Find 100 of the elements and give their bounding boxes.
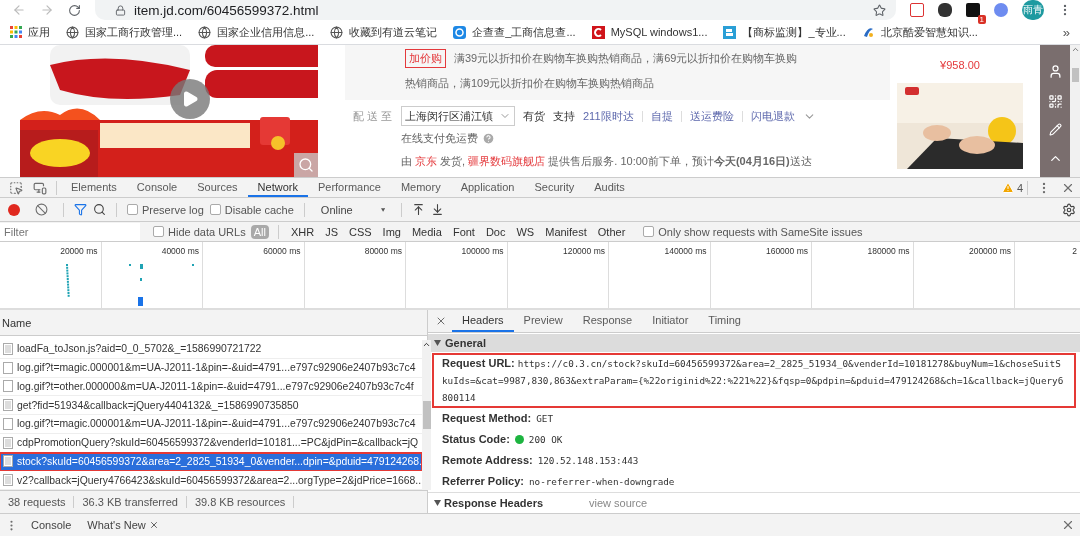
service-link[interactable]: 闪电退款	[750, 108, 795, 124]
apps-icon	[10, 26, 22, 38]
detail-tab[interactable]: Response	[572, 310, 643, 333]
request-row[interactable]: stock?skuId=60456599372&area=2_2825_51934_0&vender...dpin=&pduid=479124268.	[0, 452, 423, 472]
tick-label: 180000 ms	[867, 246, 910, 257]
tick-label: 2	[1072, 246, 1077, 257]
checkbox[interactable]: Disable cache	[209, 203, 294, 216]
inspect-icon[interactable]	[9, 180, 23, 195]
view-source-link[interactable]: view source	[589, 497, 648, 510]
import-icon[interactable]	[411, 203, 425, 216]
header-label: Status Code:	[442, 432, 510, 448]
summary-text: 36.3 KB transferred	[74, 496, 187, 508]
column-header[interactable]: Name	[2, 316, 32, 329]
delivery-note: 由 京东 发货, 疆界数码旗舰店 提供售后服务. 10:00前下单，预计今天(04月16日)送达	[400, 154, 813, 169]
close-icon	[148, 520, 159, 530]
close-icon[interactable]	[1061, 518, 1075, 532]
extension-icon[interactable]	[938, 3, 952, 17]
type-filter[interactable]: Doc	[482, 224, 509, 239]
request-row[interactable]: v2?callback=jQuery4766423&skuId=60456599372&area=2...orgType=2&jdPrice=1668..	[0, 471, 423, 490]
type-filter[interactable]: WS	[513, 224, 538, 239]
filter-field[interactable]: Filter	[0, 222, 140, 241]
service-link[interactable]: 送运费险	[689, 108, 734, 124]
service-link[interactable]: 211限时达	[583, 108, 634, 124]
header-field: Request URL: https://c0.3.cn/stock?skuId=60456599372&area=2_2825_51934_0&venderId=10181278&buyNum=1&choseSuitSkuIds=&cat=9987,830,863&extraParam={%22originid%22:%221%22}&fqsp=0&pdpin=&pduid=479124268&ch=1&callback=jQuery6800114	[442, 355, 1066, 407]
bookmark[interactable]: 收藏到有道云笔记	[330, 24, 438, 40]
bookmark[interactable]: 【商标监测】_专业...	[723, 24, 846, 40]
globe-icon	[330, 25, 344, 39]
header-label: Referrer Policy:	[442, 474, 524, 490]
section-header[interactable]: General	[428, 334, 1080, 353]
devtools-tab[interactable]: Security	[524, 178, 585, 197]
bookmark[interactable]: 国家工商行政管理...	[66, 24, 183, 40]
logo-icon	[861, 25, 875, 39]
devtools-tab[interactable]: Application	[450, 178, 525, 197]
export-icon[interactable]	[430, 203, 444, 216]
scrollbar-thumb[interactable]	[422, 401, 431, 429]
warnings-badge[interactable]: 4	[1001, 178, 1023, 197]
detail-tab[interactable]: Initiator	[642, 310, 699, 333]
promo-text: 热销商品，满109元以折扣价在购物车换购热销商品	[405, 76, 656, 91]
tick-label: 20000 ms	[60, 246, 98, 257]
request-row[interactable]: loadFa_toJson.js?aid=0_0_5702&_=1586990721722	[0, 340, 423, 359]
address-bar[interactable]: item.jd.com/60456599372.html	[95, 0, 896, 20]
more-bookmarks-button[interactable]: »	[1062, 24, 1070, 40]
checkbox[interactable]: Only show requests with SameSite issues	[643, 225, 863, 238]
play-icon	[181, 90, 199, 108]
devtools-tab[interactable]: Console	[126, 178, 188, 197]
caret-icon	[380, 206, 385, 213]
settings-icon[interactable]	[1062, 202, 1076, 217]
search-icon[interactable]	[93, 203, 106, 216]
detail-tab[interactable]: Headers	[452, 310, 514, 333]
bookmark[interactable]: MySQL windows1...	[591, 25, 708, 39]
lock-icon	[115, 4, 126, 16]
type-filter[interactable]: Other	[594, 224, 629, 239]
devtools-tab[interactable]: Elements	[61, 178, 127, 197]
star-icon[interactable]	[873, 3, 886, 17]
service-link[interactable]: 自提	[650, 108, 673, 124]
summary-text: 39.8 KB resources	[186, 496, 295, 508]
record-button[interactable]	[8, 203, 20, 216]
summary-text: 38 requests	[0, 496, 75, 508]
header-label: Request Method:	[442, 411, 532, 427]
location-select[interactable]: 上海闵行区浦江镇	[401, 106, 515, 126]
status-dot	[514, 435, 524, 445]
type-filter[interactable]: XHR	[287, 224, 318, 239]
bookmark[interactable]: 企查查_工商信息查...	[453, 24, 576, 40]
clear-icon[interactable]	[35, 203, 48, 216]
scrollbar-thumb[interactable]	[1071, 68, 1079, 82]
checkbox[interactable]: Preserve log	[127, 203, 204, 216]
caret-icon	[434, 340, 441, 347]
device-toolbar-icon[interactable]	[33, 180, 47, 195]
type-filter[interactable]: Font	[449, 224, 478, 239]
drawer-tab[interactable]: What's New	[79, 519, 167, 531]
bookmark[interactable]: 应用	[10, 24, 50, 40]
type-filter[interactable]: Media	[408, 224, 445, 239]
pencil-icon[interactable]	[1048, 123, 1062, 137]
bookmark[interactable]: 国家企业信用信息...	[198, 24, 315, 40]
bookmark[interactable]: 北京酷爱智慧知识...	[861, 24, 978, 40]
devtools-tab[interactable]: Performance	[307, 178, 391, 197]
detail-tab[interactable]: Preview	[513, 310, 573, 333]
drawer-tab[interactable]: Console	[23, 519, 80, 531]
tick-label: 80000 ms	[364, 246, 402, 257]
type-filter[interactable]: CSS	[345, 224, 375, 239]
checkbox[interactable]: Hide data URLs	[153, 225, 246, 238]
detail-tab[interactable]: Timing	[698, 310, 751, 333]
throttling-select[interactable]: Online	[314, 202, 391, 217]
reload-icon[interactable]	[68, 3, 81, 17]
seller-link[interactable]: 疆界数码旗舰店	[468, 155, 546, 167]
user-icon[interactable]	[1047, 64, 1063, 80]
type-filter[interactable]: Img	[379, 224, 404, 239]
tick-label: 160000 ms	[765, 246, 808, 257]
seller-link[interactable]: 京东	[415, 155, 438, 167]
qr-code-icon[interactable]	[1047, 93, 1063, 109]
request-row[interactable]: log.gif?t=magic.000001&m=UA-J2011-1&pin=-&uid=4791...e797c92906e2407b93c7c4	[0, 415, 423, 434]
devtools-tab[interactable]: Memory	[390, 178, 451, 197]
section-header[interactable]: Response Headers	[428, 496, 550, 511]
type-filter[interactable]: Manifest	[542, 224, 590, 239]
logo-icon	[453, 25, 467, 39]
request-row[interactable]: get?fid=51934&callback=jQuery4404132&_=1586990735850	[0, 396, 423, 415]
devtools-tab[interactable]: Sources	[187, 178, 248, 197]
type-filter[interactable]: JS	[322, 224, 341, 239]
devtools-tab[interactable]: Audits	[584, 178, 635, 197]
filter-icon[interactable]	[74, 203, 87, 216]
